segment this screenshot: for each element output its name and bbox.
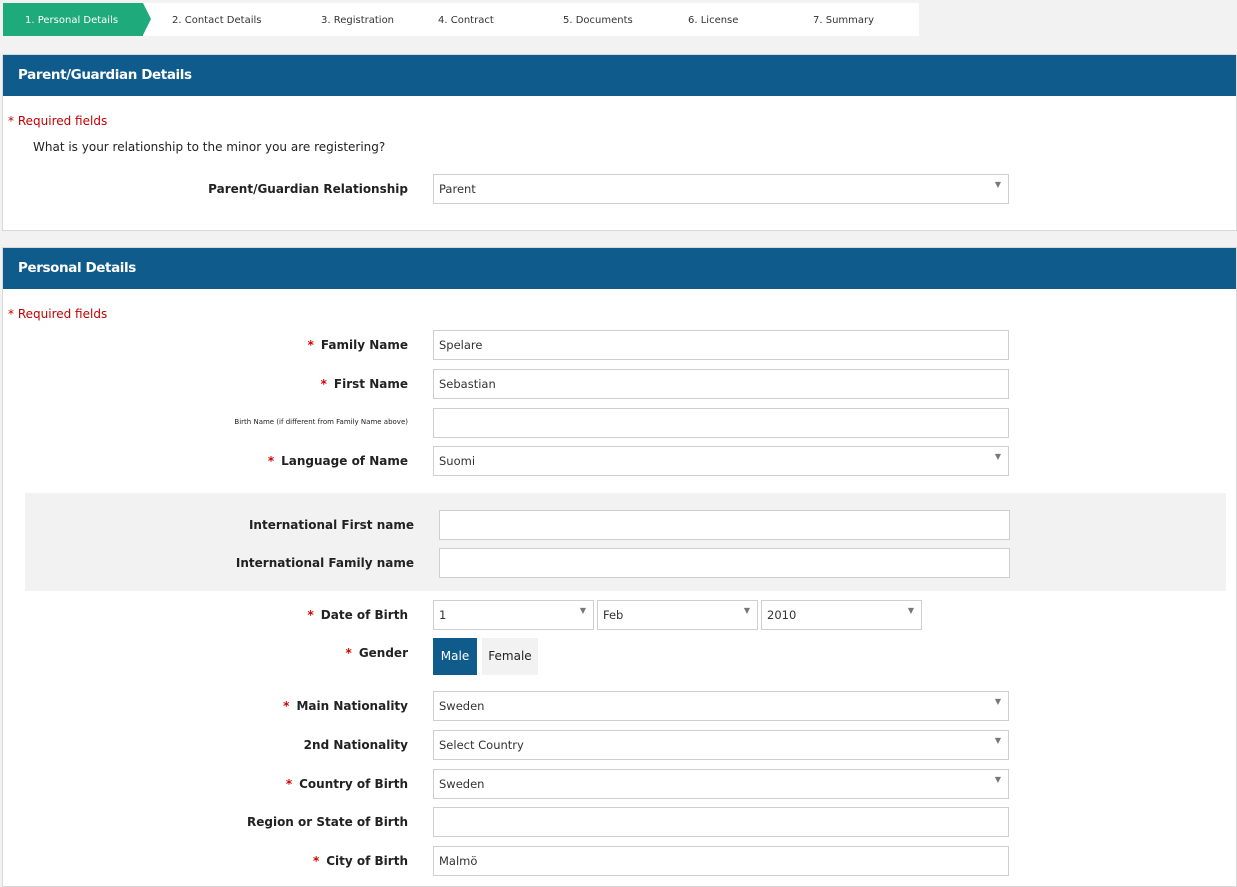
main-nationality-select[interactable]: Sweden ▼ [433, 691, 1009, 721]
required-star: * [283, 699, 290, 713]
first-name-label: * First Name [320, 377, 408, 391]
step-registration[interactable]: 3. Registration [321, 3, 394, 36]
gender-female-button[interactable]: Female [482, 638, 538, 675]
required-star: * [312, 854, 320, 868]
family-name-input[interactable]: Spelare [433, 330, 1009, 360]
step-documents[interactable]: 5. Documents [563, 3, 633, 36]
intl-first-name-input[interactable] [439, 510, 1010, 540]
intl-family-name-input[interactable] [439, 548, 1010, 578]
step-contract[interactable]: 4. Contract [438, 3, 494, 36]
second-nationality-select[interactable]: Select Country ▼ [433, 730, 1009, 760]
chevron-down-icon: ▼ [743, 606, 750, 615]
region-of-birth-label: Region or State of Birth [246, 815, 408, 829]
second-nationality-label: 2nd Nationality [303, 738, 408, 752]
required-star: * [307, 608, 314, 622]
birth-name-input[interactable] [433, 408, 1009, 438]
city-of-birth-input[interactable]: Malmö [433, 846, 1009, 876]
birth-name-label: Birth Name (if different from Family Nam… [234, 418, 408, 426]
required-star: * [320, 377, 327, 391]
guardian-required-note: * Required fields [8, 114, 108, 128]
relationship-label: Parent/Guardian Relationship [208, 182, 408, 196]
required-star: * [345, 646, 352, 660]
guardian-panel-title: Parent/Guardian Details [3, 55, 1236, 96]
family-name-label: * Family Name [307, 338, 408, 352]
dob-month-select[interactable]: Feb ▼ [597, 600, 758, 630]
dob-day-select[interactable]: 1 ▼ [433, 600, 594, 630]
personal-required-note: * Required fields [8, 307, 108, 321]
chevron-down-icon: ▼ [994, 736, 1001, 745]
personal-panel-title: Personal Details [3, 248, 1236, 289]
step-personal-details[interactable]: 1. Personal Details [3, 3, 151, 36]
first-name-input[interactable]: Sebastian [433, 369, 1009, 399]
region-of-birth-input[interactable] [433, 807, 1009, 837]
dob-label: * Date of Birth [307, 608, 409, 622]
relationship-select[interactable]: Parent ▼ [433, 174, 1009, 204]
intl-family-name-label: International Family name [235, 556, 414, 570]
chevron-down-icon: ▼ [994, 180, 1001, 189]
dob-year-select[interactable]: 2010 ▼ [761, 600, 922, 630]
chevron-down-icon: ▼ [994, 775, 1001, 784]
gender-male-button[interactable]: Male [433, 638, 477, 675]
chevron-down-icon: ▼ [579, 606, 586, 615]
language-select[interactable]: Suomi ▼ [433, 446, 1009, 476]
step-summary[interactable]: 7. Summary [813, 3, 874, 36]
country-of-birth-label: * Country of Birth [285, 777, 408, 791]
chevron-down-icon: ▼ [994, 452, 1001, 461]
guardian-question: What is your relationship to the minor y… [33, 140, 386, 154]
step-contact-details[interactable]: 2. Contact Details [172, 3, 261, 36]
step-license[interactable]: 6. License [688, 3, 738, 36]
city-of-birth-label: * City of Birth [312, 854, 408, 868]
chevron-down-icon: ▼ [907, 606, 914, 615]
language-label: * Language of Name [267, 454, 408, 468]
gender-label: * Gender [345, 646, 408, 660]
progress-stepper: 1. Personal Details 2. Contact Details 3… [3, 3, 919, 36]
chevron-down-icon: ▼ [994, 697, 1001, 706]
required-star: * [285, 777, 293, 791]
required-star: * [267, 454, 275, 468]
intl-first-name-label: International First name [248, 518, 414, 532]
country-of-birth-select[interactable]: Sweden ▼ [433, 769, 1009, 799]
main-nationality-label: * Main Nationality [283, 699, 408, 713]
required-star: * [307, 338, 314, 352]
